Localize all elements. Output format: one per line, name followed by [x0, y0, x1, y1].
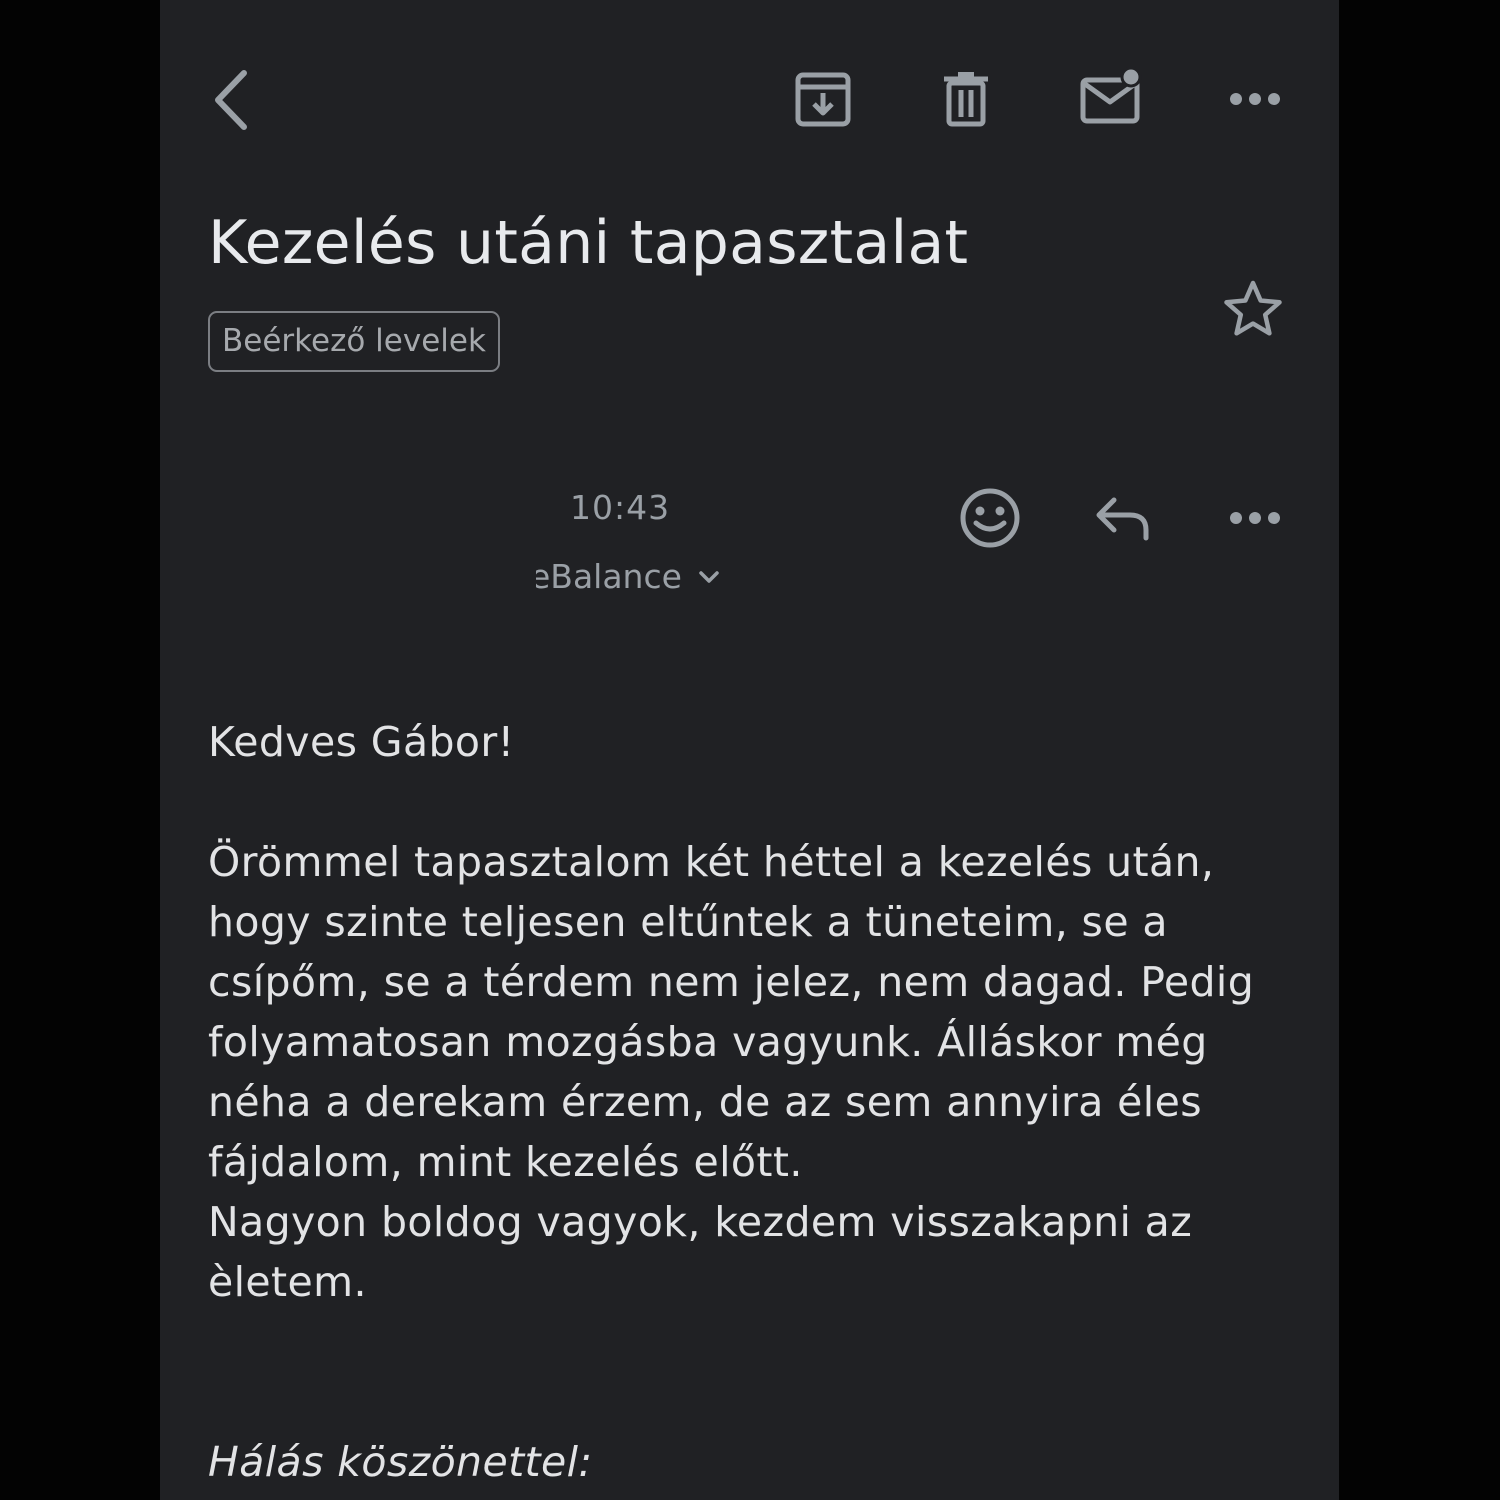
mark-unread-button[interactable]: [1078, 66, 1144, 128]
more-options-button[interactable]: [1226, 80, 1284, 118]
email-paragraph: Örömmel tapasztalom két héttel a kezelés…: [208, 838, 1255, 1186]
chevron-down-icon: [698, 570, 720, 584]
trash-icon: [944, 72, 988, 127]
recipient-name: eBalance: [536, 557, 682, 596]
smiley-face-icon: [960, 488, 1020, 548]
email-paragraph: Nagyon boldog vagyok, kezdem visszakapni…: [208, 1198, 1193, 1306]
star-icon: [1224, 280, 1282, 336]
email-subject: Kezelés utáni tapasztalat: [208, 208, 969, 278]
recipient-details-toggle[interactable]: eBalance: [536, 557, 720, 596]
delete-button[interactable]: [938, 68, 994, 130]
inbox-label-chip[interactable]: Beérkező levelek: [208, 311, 500, 372]
email-screen: Kezelés utáni tapasztalat Beérkező level…: [160, 0, 1339, 1500]
message-more-options-button[interactable]: [1226, 499, 1284, 537]
more-horizontal-icon: [1230, 512, 1280, 524]
archive-icon: [795, 72, 851, 127]
email-time: 10:43: [570, 488, 671, 527]
reply-button[interactable]: [1092, 494, 1154, 544]
react-emoji-button[interactable]: [958, 486, 1022, 550]
archive-button[interactable]: [790, 68, 856, 130]
back-button[interactable]: [200, 66, 260, 134]
back-arrow-icon: [215, 70, 247, 130]
email-closing: Hálás köszönettel:: [208, 1438, 593, 1486]
email-body: Kedves Gábor! Örömmel tapasztalom két hé…: [208, 712, 1298, 1312]
email-greeting: Kedves Gábor!: [208, 718, 515, 766]
reply-icon: [1096, 497, 1149, 541]
star-button[interactable]: [1222, 277, 1284, 339]
mark-unread-icon: [1080, 67, 1142, 124]
more-horizontal-icon: [1230, 93, 1280, 105]
sender-info[interactable]: i 10:43 eBalance: [536, 482, 896, 612]
